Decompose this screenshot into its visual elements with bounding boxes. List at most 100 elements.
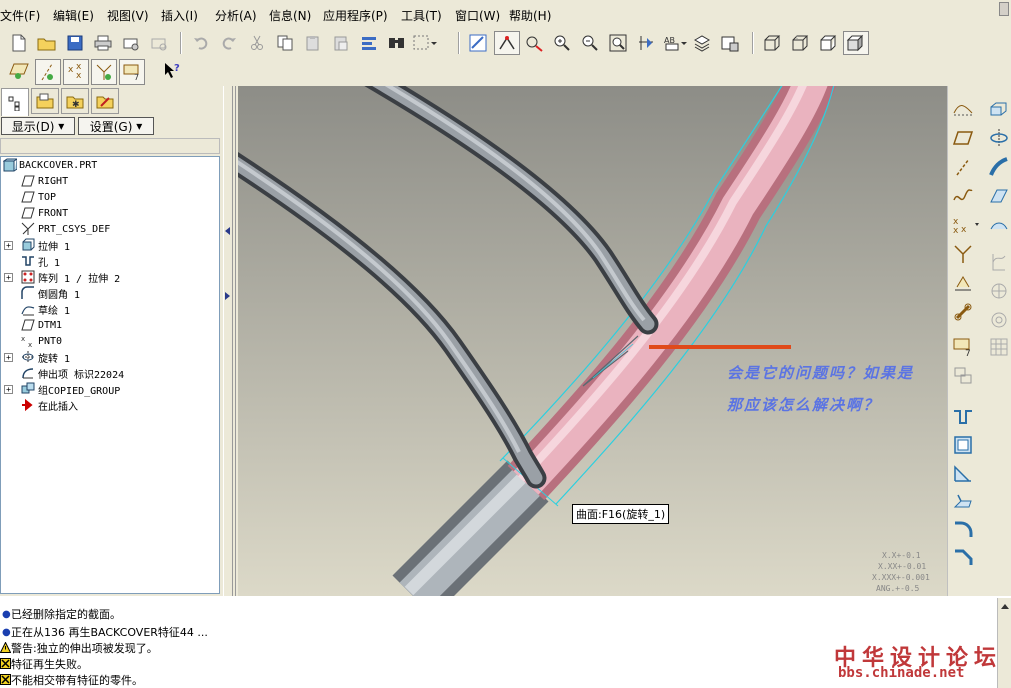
draft-tool-icon[interactable]: [952, 490, 974, 512]
datum-point-tool-icon[interactable]: xxx: [952, 214, 980, 236]
find-icon[interactable]: [386, 32, 408, 54]
orient-mode-icon[interactable]: [523, 32, 545, 54]
tree-item-sketch-1[interactable]: 草绘 1: [1, 301, 219, 317]
csys-tool-icon[interactable]: [952, 243, 974, 265]
menu-window[interactable]: 窗口(W): [455, 7, 500, 24]
boundary-blend-icon[interactable]: [988, 214, 1010, 236]
tree-item-top[interactable]: TOP: [1, 189, 219, 205]
expand-icon[interactable]: +: [4, 240, 13, 250]
chain-tool-icon[interactable]: [952, 301, 974, 323]
sketch-datum-curve-icon[interactable]: [952, 98, 974, 120]
expand-icon[interactable]: +: [4, 272, 13, 282]
tree-item-protrusion[interactable]: 伸出项 标识22024: [1, 365, 219, 381]
menu-info[interactable]: 信息(N): [269, 7, 311, 24]
scroll-up-icon[interactable]: [1000, 602, 1010, 610]
copy-icon[interactable]: [274, 32, 296, 54]
menu-applications[interactable]: 应用程序(P): [323, 7, 388, 24]
shell-tool-icon[interactable]: [952, 434, 974, 456]
variable-sweep-icon[interactable]: [988, 156, 1010, 178]
repaint-icon[interactable]: [467, 32, 489, 54]
annotation-display-icon[interactable]: 7: [119, 59, 145, 85]
analysis-feature-icon[interactable]: [952, 272, 974, 294]
select-box-dropdown[interactable]: [412, 32, 438, 54]
part-icon: [2, 158, 19, 172]
extrude-tool-icon[interactable]: [988, 98, 1010, 120]
expand-icon[interactable]: +: [4, 384, 13, 394]
tab-connections[interactable]: [91, 88, 119, 114]
show-dropdown[interactable]: 显示(D) ▾: [1, 117, 75, 135]
window-restore-button[interactable]: [999, 2, 1009, 16]
tree-item-extrude-1[interactable]: + 拉伸 1: [1, 237, 219, 253]
sketch-icon: [21, 302, 35, 316]
menu-view[interactable]: 视图(V): [107, 7, 149, 24]
layers-icon[interactable]: [691, 32, 713, 54]
send-mail-icon[interactable]: [120, 32, 142, 54]
saved-views-icon[interactable]: AB: [663, 32, 687, 54]
tab-folder-browser[interactable]: [31, 88, 59, 114]
datum-axis-tool-icon[interactable]: [952, 156, 974, 178]
chamfer-tool-icon[interactable]: [952, 546, 974, 568]
tree-item-insert-here[interactable]: 在此插入: [1, 397, 219, 413]
rib-tool-icon[interactable]: [952, 462, 974, 484]
spin-center-icon[interactable]: [494, 31, 520, 55]
datum-point-display-icon[interactable]: xxx: [63, 59, 89, 85]
menu-insert[interactable]: 插入(I): [161, 7, 198, 24]
redo-icon: [218, 32, 240, 54]
hole-tool-icon[interactable]: [952, 406, 974, 428]
note-tool-icon[interactable]: 7: [952, 336, 974, 358]
reorient-icon[interactable]: [635, 32, 657, 54]
tree-item-hole-1[interactable]: 孔 1: [1, 253, 219, 269]
menu-edit[interactable]: 编辑(E): [53, 7, 94, 24]
open-folder-icon[interactable]: [36, 32, 58, 54]
menu-help[interactable]: 帮助(H): [509, 7, 551, 24]
tree-item-dtm1[interactable]: DTM1: [1, 317, 219, 333]
expand-icon[interactable]: +: [4, 352, 13, 362]
tree-column-header: [0, 138, 220, 154]
collapse-left-icon[interactable]: [224, 226, 232, 236]
csys-display-icon[interactable]: [91, 59, 117, 85]
tree-item-front[interactable]: FRONT: [1, 205, 219, 221]
context-help-icon[interactable]: ?: [161, 60, 183, 82]
tree-item-round-1[interactable]: 倒圆角 1: [1, 285, 219, 301]
tree-item-pattern-1[interactable]: + 阵列 1 / 拉伸 2: [1, 269, 219, 285]
tree-item-root[interactable]: BACKCOVER.PRT: [1, 157, 219, 173]
no-hidden-icon[interactable]: [817, 32, 839, 54]
shading-icon[interactable]: [843, 31, 869, 55]
blend-tool-icon[interactable]: [988, 185, 1010, 207]
refit-icon[interactable]: [607, 32, 629, 54]
menu-file[interactable]: 文件(F): [0, 7, 40, 24]
revolve-tool-icon[interactable]: [988, 127, 1010, 149]
hidden-line-icon[interactable]: [789, 32, 811, 54]
new-file-icon[interactable]: [8, 32, 30, 54]
view-manager-icon[interactable]: [719, 32, 741, 54]
menu-tools[interactable]: 工具(T): [401, 7, 442, 24]
round-tool-icon[interactable]: [952, 518, 974, 540]
save-icon[interactable]: [64, 32, 86, 54]
svg-text:x: x: [76, 71, 82, 81]
tab-model-tree[interactable]: [1, 88, 29, 116]
datum-plane-tool-icon[interactable]: [952, 127, 974, 149]
datum-axis-display-icon[interactable]: [35, 59, 61, 85]
tree-item-pnt0[interactable]: xx PNT0: [1, 333, 219, 349]
regenerate-icon[interactable]: [358, 32, 380, 54]
zoom-in-icon[interactable]: [551, 32, 573, 54]
panel-splitter[interactable]: [222, 86, 238, 596]
svg-text:?: ?: [174, 63, 180, 74]
svg-text:✱: ✱: [72, 100, 80, 109]
menu-analysis[interactable]: 分析(A): [215, 7, 257, 24]
tree-item-right[interactable]: RIGHT: [1, 173, 219, 189]
tab-favorites[interactable]: ✱: [61, 88, 89, 114]
wireframe-icon[interactable]: [761, 32, 783, 54]
annotation-text-1: 会是它的问题吗？如果是: [727, 364, 915, 382]
tree-item-csys[interactable]: PRT_CSYS_DEF: [1, 221, 219, 237]
settings-dropdown[interactable]: 设置(G) ▾: [78, 117, 154, 135]
datum-curve-tool-icon[interactable]: [952, 185, 974, 207]
tree-item-copied-group[interactable]: + 组COPIED_GROUP: [1, 381, 219, 397]
expand-right-icon[interactable]: [224, 291, 232, 301]
zoom-out-icon[interactable]: [579, 32, 601, 54]
datum-plane-display-icon[interactable]: [8, 60, 32, 82]
tree-item-revolve-1[interactable]: + 旋转 1: [1, 349, 219, 365]
print-icon[interactable]: [92, 32, 114, 54]
svg-text:x: x: [953, 226, 959, 235]
graphics-window[interactable]: 会是它的问题吗？如果是 那应该怎么解决啊？ 曲面:F16(旋转_1) X.X+-…: [238, 86, 947, 596]
